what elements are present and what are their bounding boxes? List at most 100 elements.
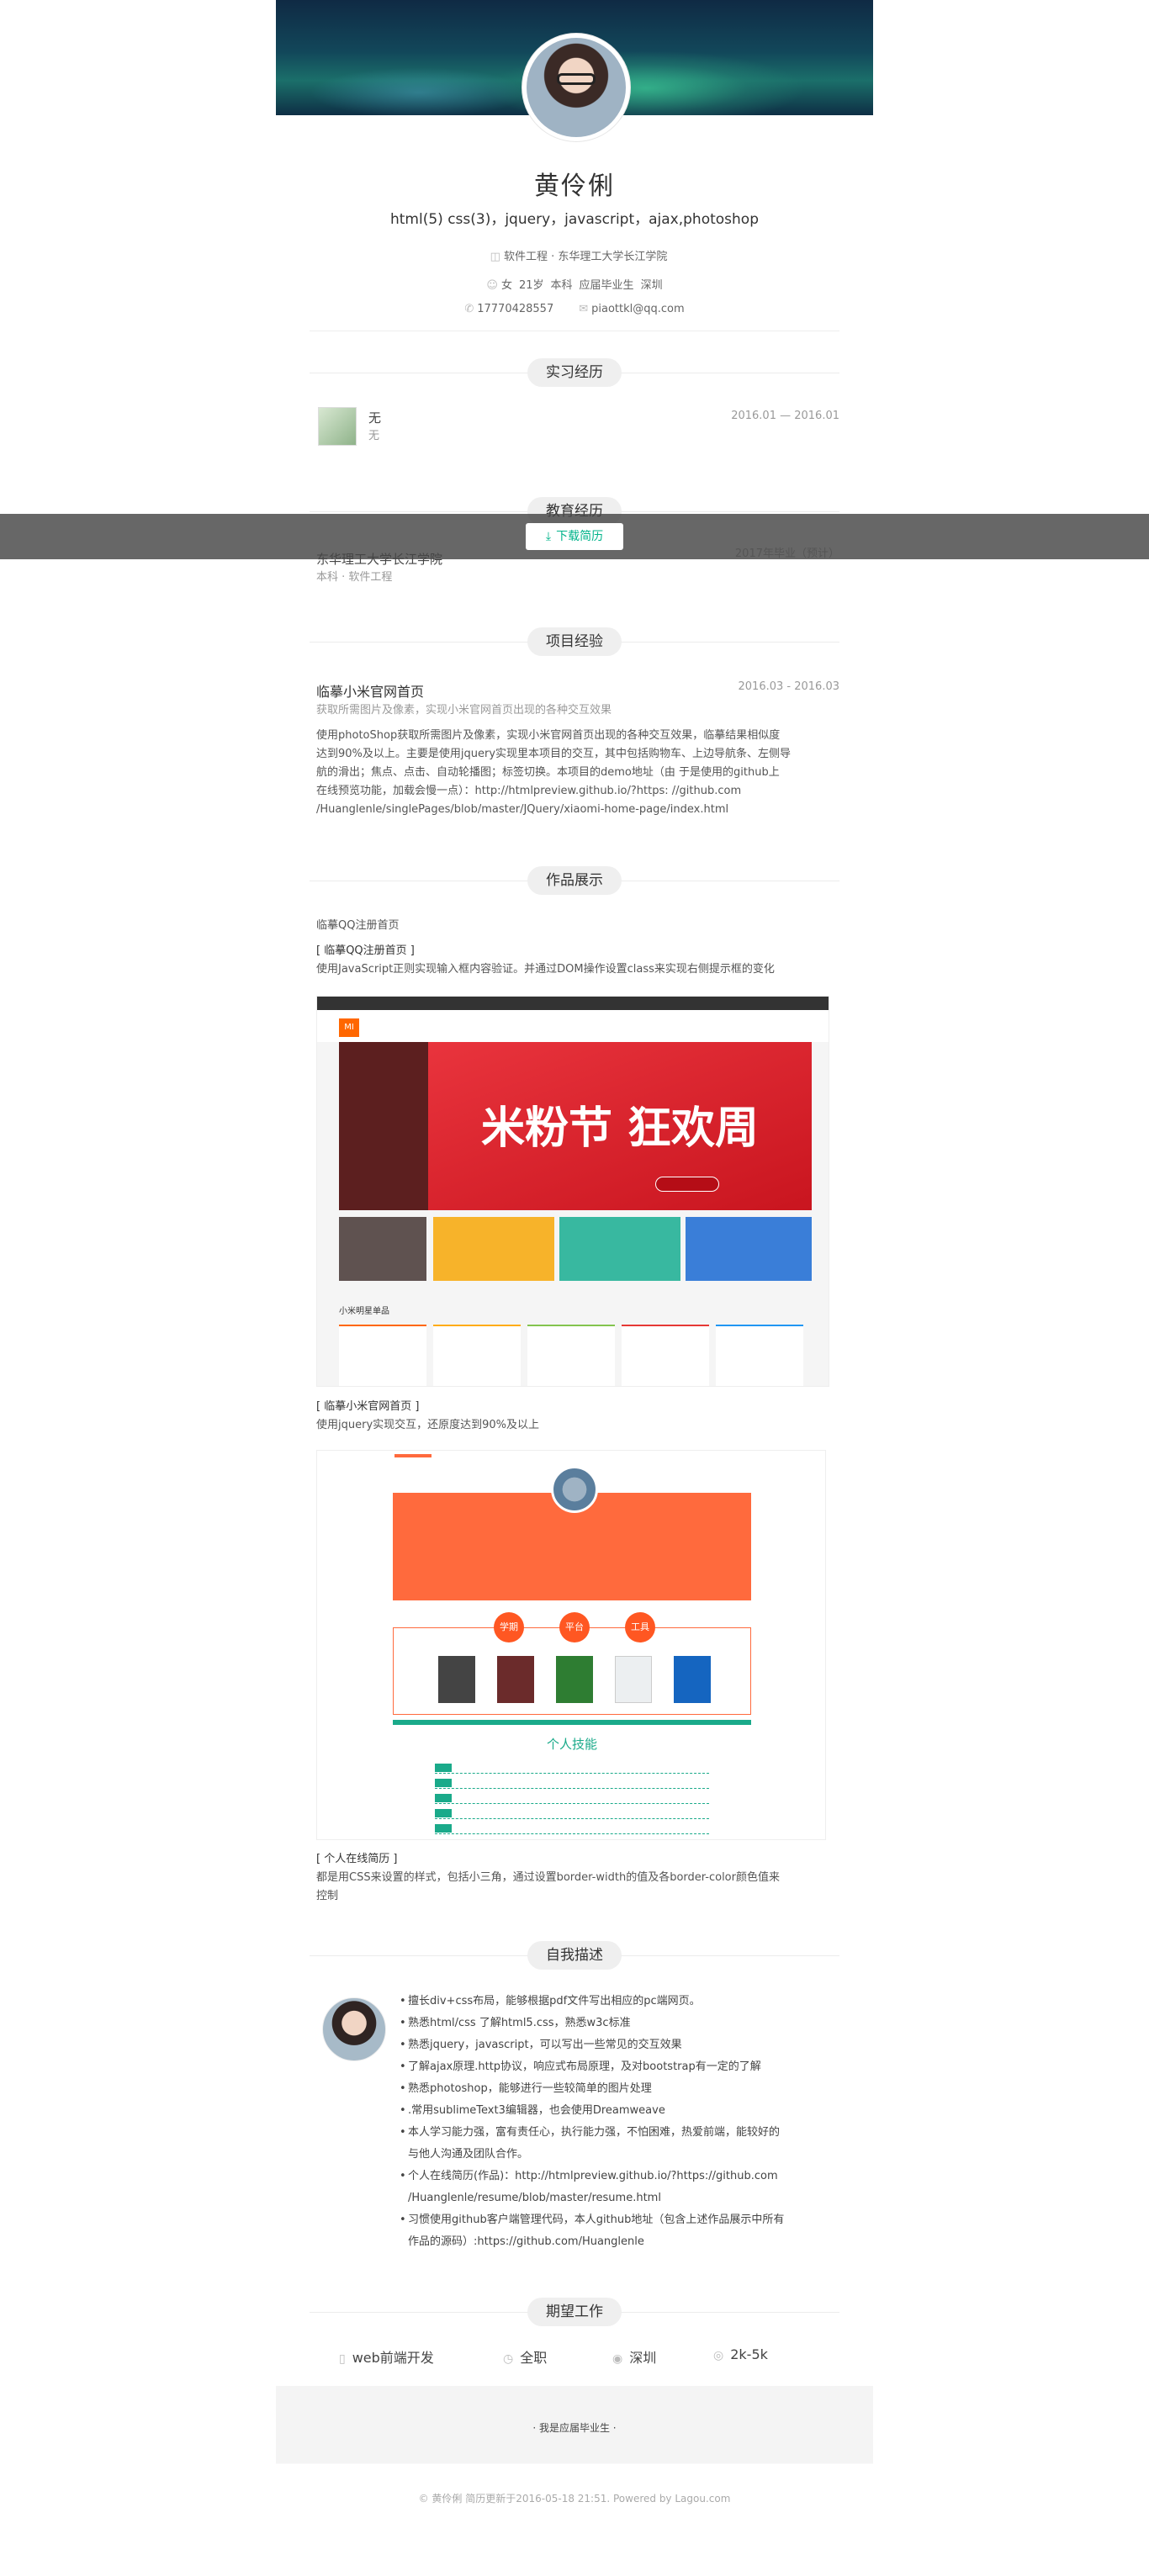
internship-period: 2016.01 — 2016.01 [731,410,839,422]
rs-skill-row [435,1824,709,1834]
cap-icon: ◫ [490,251,500,263]
company-logo [318,407,357,446]
list-item: 本人学习能力强，富有责任心，执行能力强，不怕困难，热爱前端，能较好的 [400,2122,837,2144]
age: 21岁 [518,279,544,292]
expect-job-text: web前端开发 [352,2350,434,2366]
mi-goods-item [622,1325,709,1386]
graduate-status: · 我是应届毕业生 · [532,2422,617,2434]
project-subtitle: 获取所需图片及像素，实现小米官网首页出现的各种交互效果 [316,704,612,717]
work-1-caption: 使用JavaScript正则实现输入框内容验证。并通过DOM操作设置class来… [316,963,775,976]
list-item: 与他人沟通及团队合作。 [408,2148,529,2161]
expect-city-text: 深圳 [629,2350,657,2366]
expect-salary-text: 2k-5k [730,2346,768,2362]
section-title-internship: 实习经历 [527,358,622,387]
list-item[interactable]: 作品的源码）:https://github.com/Huanglenle [400,2231,837,2253]
location-icon: ◉ [612,2352,623,2366]
mail-icon: ✉ [579,303,589,315]
mi-goods-item [433,1325,521,1386]
project-desc-line: 达到90%及以上。主要是使用jquery实现里本项目的交互，其中包括购物车、上边… [316,748,792,760]
section-works: 作品展示 [310,866,839,895]
status: 应届毕业生 [579,279,634,292]
section-project: 项目经验 [310,627,839,656]
work-1-caption-title: [ 临摹QQ注册首页 ] [316,944,415,957]
download-icon: ⤓ [545,530,552,543]
self-description-list: 擅长div+css布局，能够根据pdf文件写出相应的pc端网页。 熟悉html/… [400,1991,837,2253]
self-avatar [322,1997,386,2061]
mi-logo: MI [339,1018,359,1037]
book-cover [615,1656,652,1703]
online-resume-screenshot[interactable]: 学期 平台 工具 个人技能 [316,1450,826,1840]
section-title-project: 项目经验 [527,627,622,656]
phone-icon: ✆ [464,303,474,315]
education-line: ◫ 软件工程 · 东华理工大学长江学院 [276,247,873,263]
work-3-caption-line: 控制 [316,1890,339,1902]
rs-bar [393,1720,751,1725]
mi-tile-3 [686,1217,812,1281]
download-resume-button[interactable]: ⤓ 下载简历 [526,523,623,550]
section-expect: 期望工作 [310,2298,839,2326]
rs-dot: 工具 [625,1612,655,1642]
avatar [522,34,630,141]
mi-tile-1 [433,1217,554,1281]
book-cover [674,1656,711,1703]
list-item: 熟悉html/css 了解html5.css，熟悉w3c标准 [400,2013,837,2034]
rs-avatar [551,1466,598,1513]
mi-banner-button [655,1177,719,1192]
clock-icon: ◷ [503,2352,514,2366]
briefcase-icon: ▯ [339,2352,346,2366]
internship-company: 无 [368,410,382,426]
salary-icon: ◎ [713,2349,724,2362]
mi-banner: 米粉节 狂欢周 [428,1042,812,1210]
project-period: 2016.03 - 2016.03 [738,680,839,693]
book-cover [497,1656,534,1703]
email-address[interactable]: piaottkl@qq.com [591,303,685,315]
section-title-works: 作品展示 [527,866,622,895]
expect-type: ◷ 全职 [503,2346,547,2367]
banner-aurora-secondary [310,67,528,115]
work-3-caption-title: [ 个人在线简历 ] [316,1853,398,1865]
xiaomi-screenshot[interactable]: MI 米粉节 狂欢周 小米明星单品 [316,996,829,1387]
mi-side-menu [339,1042,428,1210]
profile-skills: html(5) css(3)，jquery，javascript，ajax,ph… [389,211,759,228]
section-self: 自我描述 [310,1941,839,1970]
expect-salary: ◎ 2k-5k [713,2346,768,2362]
work-3-caption: 都是用CSS来设置的样式，包括小三角，通过设置border-width的值及各b… [316,1869,846,1906]
rs-skill-row [435,1809,709,1819]
education-text: 软件工程 · 东华理工大学长江学院 [503,251,668,263]
mi-tile-services [339,1217,426,1281]
list-item: 熟悉photoshop，能够进行一些较简单的图片处理 [400,2078,837,2100]
project-desc-line[interactable]: /Huanglenle/singlePages/blob/master/JQue… [316,801,846,819]
book-cover [556,1656,593,1703]
list-item: 习惯使用github客户端管理代码，本人github地址（包含上述作品展示中所有 [400,2209,837,2231]
phone-number[interactable]: 17770428557 [477,303,553,315]
mi-section-title: 小米明星单品 [339,1307,389,1316]
project-description: 使用photoShop获取所需图片及像素，实现小米官网首页出现的各种交互效果，临… [316,727,846,819]
gender: 女 [500,279,512,292]
expect-job: ▯ web前端开发 [339,2346,434,2367]
expect-city: ◉ 深圳 [612,2346,656,2367]
work-1-title: 临摹QQ注册首页 [316,919,400,932]
rs-skill-row [435,1779,709,1789]
expect-type-text: 全职 [520,2350,548,2366]
copyright: © 黄伶俐 简历更新于2016-05-18 21:51. Powered by … [418,2493,731,2505]
resume-page: 黄伶俐 html(5) css(3)，jquery，javascript，aja… [276,0,873,2464]
mi-topbar [317,997,829,1010]
list-item: .常用sublimeText3编辑器，也会使用Dreamweave [400,2100,837,2122]
section-internship: 实习经历 [310,358,839,387]
mi-tile-2 [559,1217,680,1281]
list-item[interactable]: 个人在线简历(作品)：http://htmlpreview.github.io/… [400,2166,837,2187]
rs-skill-row [435,1794,709,1804]
rs-dot: 学期 [494,1612,524,1642]
avatar-image [527,38,626,137]
mi-goods-item [716,1325,803,1386]
rs-tag [394,1454,432,1457]
mi-goods-item [527,1325,615,1386]
rs-skill-title: 个人技能 [546,1737,597,1752]
project-desc-line[interactable]: 在线预览功能，加载会慢一点）：http://htmlpreview.github… [316,782,846,801]
mi-banner-text: 米粉节 狂欢周 [480,1103,760,1154]
mi-nav [317,1010,829,1042]
list-item[interactable]: /Huanglenle/resume/blob/master/resume.ht… [400,2187,837,2209]
project-desc-line: 使用photoShop获取所需图片及像素，实现小米官网首页出现的各种交互效果，临… [316,729,781,742]
internship-position: 无 [368,430,380,442]
rs-skill-row [435,1764,709,1774]
